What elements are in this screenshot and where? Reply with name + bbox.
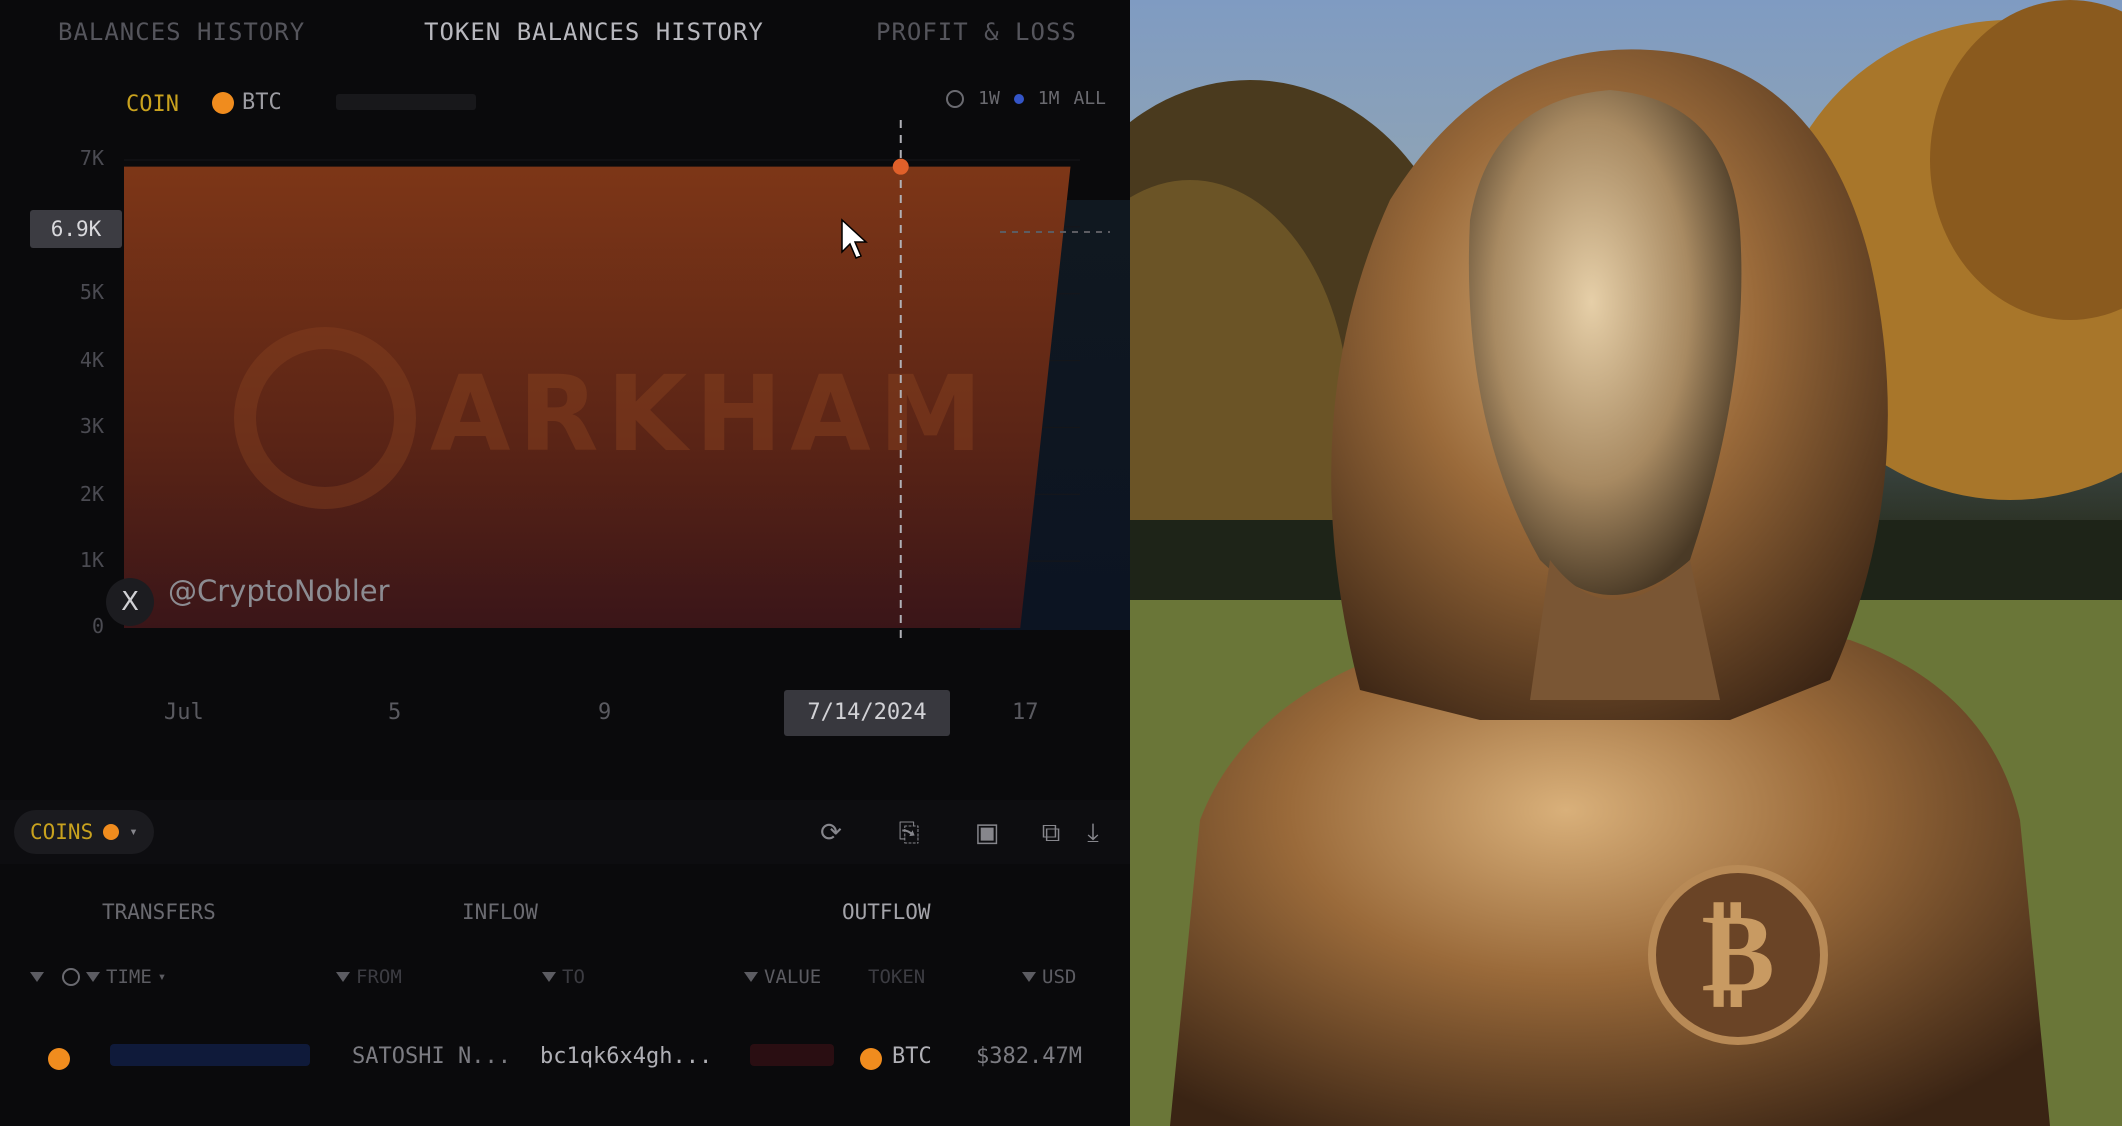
x-logo-icon: X	[106, 578, 154, 626]
coins-chip-label: COINS	[30, 820, 94, 844]
row-usd: $382.47M	[976, 1044, 1082, 1069]
blurred-time-cell	[110, 1044, 310, 1066]
y-tick-5k: 5K	[79, 280, 104, 304]
coins-filter-chip[interactable]: COINS ▾	[14, 810, 154, 854]
filter-icon	[744, 972, 758, 982]
social-handle: @CryptoNobler	[168, 574, 390, 608]
x-tick-jul: Jul	[164, 700, 204, 725]
btc-icon	[103, 824, 120, 840]
y-tick-3k: 3K	[79, 414, 104, 438]
coins-toolbar	[0, 800, 1130, 864]
chart-hover-point	[892, 158, 909, 175]
bookmark-icon[interactable]: ⎘	[894, 818, 924, 848]
row-to[interactable]: bc1qk6x4gh...	[540, 1044, 712, 1069]
y-tick-0: 0	[91, 614, 104, 638]
column-usd-header[interactable]: USD	[1022, 966, 1076, 988]
column-time[interactable]: TIME	[106, 966, 152, 988]
column-token-header[interactable]: TOKEN	[868, 966, 925, 988]
y-tick-4k: 4K	[79, 348, 104, 372]
row-token: BTC	[892, 1044, 932, 1069]
column-value: VALUE	[764, 966, 822, 988]
column-value-header[interactable]: VALUE	[744, 966, 821, 988]
column-usd: USD	[1042, 966, 1077, 988]
subtab-transfers[interactable]: TRANSFERS	[102, 900, 216, 924]
column-from-header[interactable]: FROM	[336, 966, 402, 988]
column-to-header[interactable]: TO	[542, 966, 585, 988]
sort-down-icon[interactable]: ▾	[158, 969, 166, 985]
filter-icon	[1022, 972, 1036, 982]
x-tick-9: 9	[598, 700, 612, 725]
clock-icon	[62, 968, 80, 986]
column-to: TO	[562, 966, 585, 988]
y-tick-2k: 2K	[79, 482, 104, 506]
x-hover-date-badge: 7/14/2024	[784, 690, 950, 736]
filter-icon	[542, 972, 556, 982]
dashboard-panel: BALANCES HISTORY TOKEN BALANCES HISTORY …	[0, 0, 1130, 1126]
column-token: TOKEN	[868, 966, 926, 988]
btc-icon	[860, 1048, 882, 1070]
row-from[interactable]: SATOSHI N...	[352, 1044, 511, 1069]
x-tick-17: 17	[1012, 700, 1039, 725]
btc-icon	[48, 1048, 70, 1070]
subtab-inflow[interactable]: INFLOW	[462, 900, 538, 924]
column-filter-group[interactable]: TIME ▾	[30, 966, 166, 988]
blurred-value-cell	[750, 1044, 834, 1066]
hooded-statue-photo: ₿	[1130, 0, 2122, 1126]
filter-icon	[336, 972, 350, 982]
chart-watermark: ARKHAM	[430, 353, 990, 475]
y-tick-7k: 7K	[79, 146, 104, 170]
bitcoin-symbol-icon: ₿	[1701, 888, 1774, 1016]
copy-icon[interactable]: ⧉	[1036, 818, 1066, 848]
y-hover-value-badge: 6.9K	[30, 210, 122, 248]
app: BALANCES HISTORY TOKEN BALANCES HISTORY …	[0, 0, 2122, 1126]
x-tick-5: 5	[388, 700, 402, 725]
save-icon[interactable]: ▣	[972, 818, 1002, 848]
subtab-outflow[interactable]: OUTFLOW	[842, 900, 931, 924]
y-tick-1k: 1K	[79, 548, 104, 572]
refresh-icon[interactable]: ⟳	[816, 818, 846, 848]
chevron-down-icon: ▾	[129, 824, 138, 840]
filter-icon	[30, 972, 44, 982]
column-from: FROM	[356, 966, 402, 988]
filter-icon	[86, 972, 100, 982]
table-row[interactable]: SATOSHI N... bc1qk6x4gh... BTC $382.47M	[0, 1030, 1130, 1090]
download-icon[interactable]: ⤓	[1078, 818, 1108, 848]
